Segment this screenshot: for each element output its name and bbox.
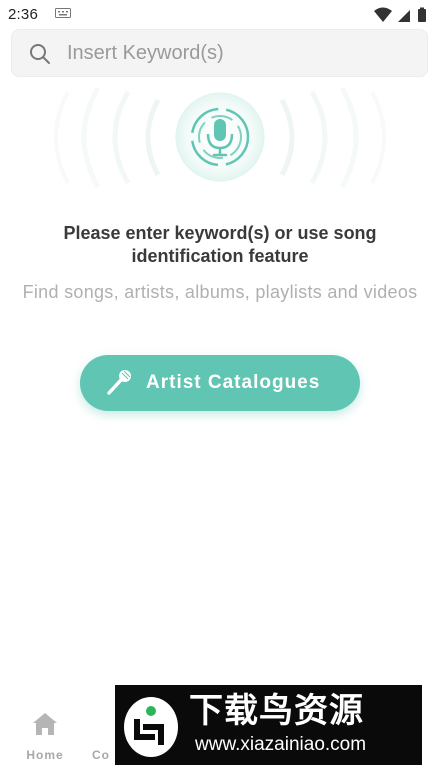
microphone-icon [107,370,131,395]
nav-second-label: Co [92,748,110,762]
empty-state-subtitle: Find songs, artists, albums, playlists a… [22,282,418,302]
status-bar: 2:36 [0,0,440,30]
status-icons [374,7,426,22]
search-input[interactable] [67,30,407,76]
keyboard-icon [55,8,71,18]
home-icon [33,713,57,735]
search-icon [30,44,50,64]
watermark-banner: 下载鸟资源 www.xiazainiao.com [115,685,422,765]
nav-home-label: Home [26,748,64,762]
artist-catalogues-button[interactable]: Artist Catalogues [80,355,360,411]
microphone-icon [175,92,265,182]
empty-state-title: Please enter keyword(s) or use song iden… [63,223,377,266]
identify-song-button[interactable] [175,92,265,182]
signal-icon [398,10,410,22]
nav-item-home[interactable]: Home [20,708,70,763]
watermark-url: www.xiazainiao.com [195,734,367,755]
wifi-icon [374,7,392,22]
battery-icon [418,7,426,22]
bird-logo-icon [124,697,178,757]
song-identification-area [40,80,400,195]
status-time: 2:36 [8,6,38,23]
watermark-title: 下载鸟资源 [189,692,364,730]
artist-catalogues-label: Artist Catalogues [146,372,321,393]
search-bar[interactable] [11,29,428,77]
